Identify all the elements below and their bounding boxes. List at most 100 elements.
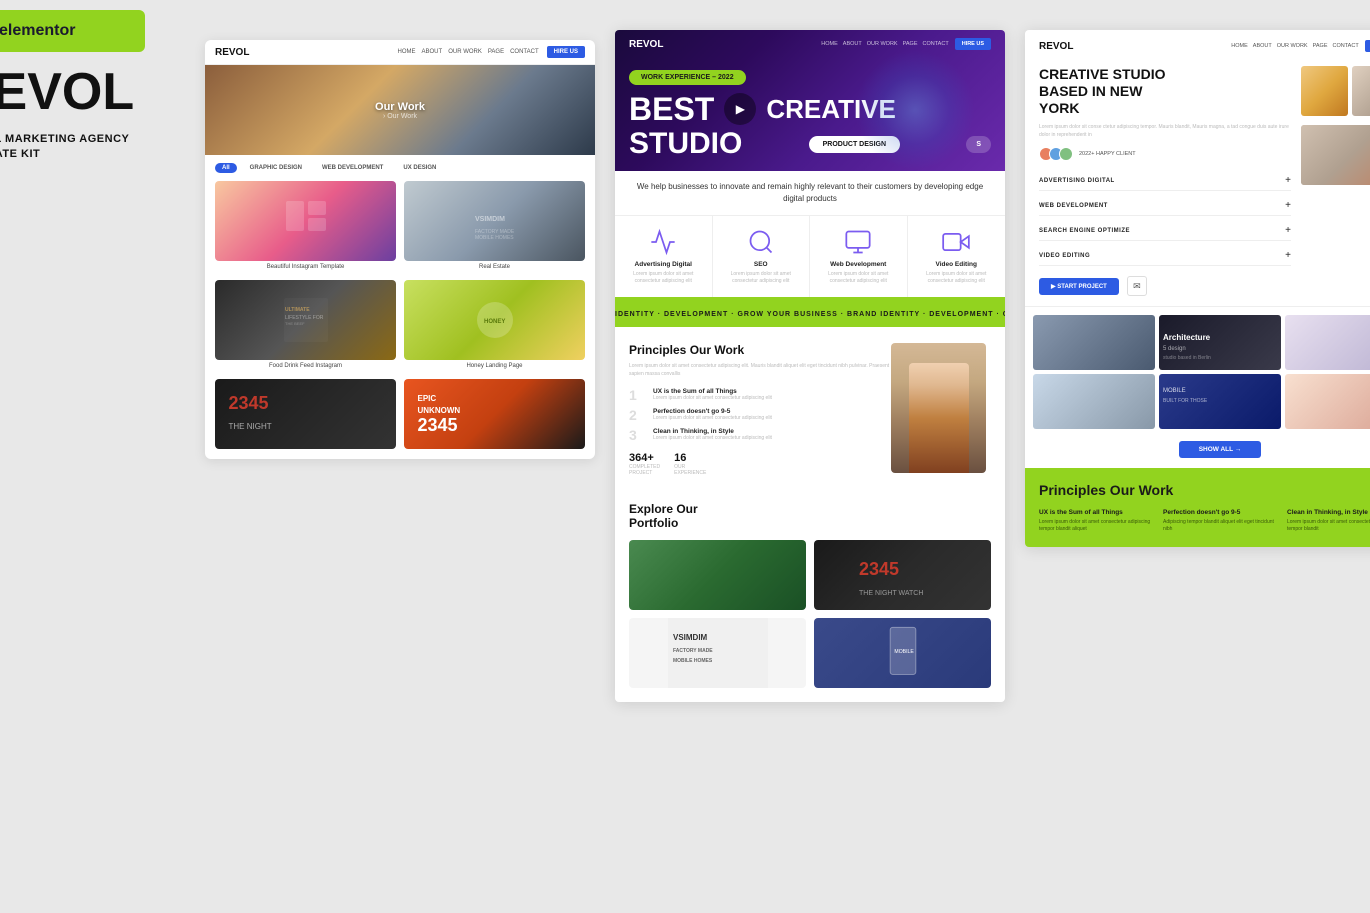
right-cta: ▶ START PROJECT ✉ — [1039, 276, 1291, 296]
service-plus-1[interactable]: + — [1285, 175, 1291, 186]
m-nav-contact: CONTACT — [923, 41, 949, 47]
hero-row1: BEST ▶ CREATIVE — [629, 93, 991, 125]
r-brand: REVOL — [1039, 41, 1073, 52]
elementor-badge: elementor — [0, 10, 145, 52]
webdev-icon — [844, 228, 872, 256]
service-desc-2: Lorem ipsum dolor sit amet consectetur a… — [721, 271, 802, 285]
service-plus-4[interactable]: + — [1285, 250, 1291, 261]
label-food: Food Drink Feed Instagram — [215, 363, 396, 369]
hire-btn-left[interactable]: HIRE US — [547, 46, 585, 58]
rp-principle-1: UX is the Sum of all Things Lorem ipsum … — [1039, 509, 1153, 533]
rp-principle-2: Perfection doesn't go 9-5 Adipiscing tem… — [1163, 509, 1277, 533]
middle-tagline: We help businesses to innovate and remai… — [615, 171, 1005, 215]
service-desc-4: Lorem ipsum dolor sit amet consectetur a… — [916, 271, 998, 285]
ticker-bar: IDENTITY · DEVELOPMENT · GROW YOUR BUSIN… — [615, 297, 1005, 327]
right-hero: REVOL HOME ABOUT OUR WORK PAGE CONTACT H… — [1025, 30, 1370, 306]
thumb-black: 2345 THE NIGHT — [215, 379, 396, 449]
happy-text: 2022+ HAPPY CLIENT — [1079, 151, 1136, 157]
portfolio-preview-left: REVOL HOME ABOUT OUR WORK PAGE CONTACT H… — [205, 40, 595, 459]
portfolio-grid-row1: Beautiful Instagram Template VSIMDIM FAC… — [205, 181, 595, 280]
brand-subtitle: DIGITAL MARKETING AGENCYTEMPLATE KIT — [0, 132, 185, 163]
service-desc-3: Lorem ipsum dolor sit amet consectetur a… — [818, 271, 899, 285]
thumb-food: ULTIMATE LIFESTYLE FOR THE BEEF — [215, 280, 396, 360]
svg-text:VSIMDIM: VSIMDIM — [673, 633, 708, 642]
svg-text:2345: 2345 — [229, 393, 269, 413]
label-honey: Honey Landing Page — [404, 363, 585, 369]
principle-1: 1 UX is the Sum of all Things Lorem ipsu… — [629, 388, 891, 402]
brand-title: REVOL — [0, 66, 185, 118]
m-nav-home: HOME — [821, 41, 838, 47]
middle-hero: REVOL HOME ABOUT OUR WORK PAGE CONTACT H… — [615, 30, 1005, 171]
p-desc-3: Lorem ipsum dolor sit amet consectetur a… — [653, 435, 772, 442]
m-nav-links: HOME ABOUT OUR WORK PAGE CONTACT — [821, 41, 948, 47]
svg-text:THE BEEF: THE BEEF — [285, 321, 305, 326]
svg-text:BUILT FOR THOSE: BUILT FOR THOSE — [1163, 398, 1208, 404]
avatar-3 — [1059, 147, 1073, 161]
start-project-btn[interactable]: ▶ START PROJECT — [1039, 278, 1119, 295]
office-img — [1352, 66, 1370, 116]
thumb-honey: HONEY — [404, 280, 585, 360]
rp-dark2: Architecture 5 design studio based in Be… — [1159, 315, 1281, 370]
portfolio-item-2: VSIMDIM FACTORY MADE MOBILE HOMES Real E… — [404, 181, 585, 270]
mail-icon[interactable]: ✉ — [1127, 276, 1147, 296]
middle-panel: REVOL HOME ABOUT OUR WORK PAGE CONTACT H… — [615, 30, 1005, 702]
p-title-2: Perfection doesn't go 9-5 — [653, 408, 772, 415]
filter-all[interactable]: All — [215, 163, 237, 173]
m-hire-btn[interactable]: HIRE US — [955, 38, 991, 50]
r-img-large: ↗ — [1301, 125, 1370, 185]
rp-p-desc-3: Lorem ipsum dolor sit amet consectetur a… — [1287, 519, 1370, 533]
svg-text:Architecture: Architecture — [1163, 333, 1211, 342]
label-realestate: Real Estate — [404, 264, 585, 270]
service-desc-1: Lorem ipsum dolor sit amet consectetur a… — [623, 271, 704, 285]
nav-home: HOME — [398, 49, 416, 55]
filter-graphic[interactable]: GRAPHIC DESIGN — [243, 163, 309, 173]
play-btn[interactable]: ▶ — [724, 93, 756, 125]
svg-text:5 design: 5 design — [1163, 346, 1186, 352]
p-desc-2: Lorem ipsum dolor sit amet consectetur a… — [653, 415, 772, 422]
rp-arch — [1033, 315, 1155, 370]
person-image — [891, 343, 986, 473]
hero-tag: WORK EXPERIENCE – 2022 — [629, 70, 746, 85]
rp-principles-items: UX is the Sum of all Things Lorem ipsum … — [1039, 509, 1370, 533]
r-hire-btn[interactable]: HIRE US — [1365, 40, 1370, 52]
m-brand: REVOL — [629, 39, 663, 50]
show-all-btn[interactable]: SHOW ALL → — [1179, 441, 1262, 458]
hero-row2: STUDIO PRODUCT DESIGN S — [629, 129, 991, 159]
rp-principles-title: Principles Our Work — [1039, 482, 1370, 499]
middle-nav: REVOL HOME ABOUT OUR WORK PAGE CONTACT H… — [629, 38, 991, 50]
svg-text:EPIC: EPIC — [418, 394, 437, 403]
stats-row: 364+ COMPLETEDPROJECT 16 OUREXPERIENCE — [629, 452, 891, 476]
rp-principle-3: Clean in Thinking, in Style Lorem ipsum … — [1287, 509, 1370, 533]
principle-2: 2 Perfection doesn't go 9-5 Lorem ipsum … — [629, 408, 891, 422]
portfolio-nav-left: REVOL HOME ABOUT OUR WORK PAGE CONTACT H… — [205, 40, 595, 65]
principles-section: Principles Our Work Lorem ipsum dolor si… — [615, 327, 1005, 492]
filter-ux[interactable]: UX DESIGN — [396, 163, 443, 173]
stat-label-2: OUREXPERIENCE — [674, 464, 706, 476]
service-plus-3[interactable]: + — [1285, 225, 1291, 236]
hero-product-btn[interactable]: PRODUCT DESIGN — [809, 136, 900, 153]
service-plus-2[interactable]: + — [1285, 200, 1291, 211]
rp-light — [1285, 315, 1370, 370]
p-desc-1: Lorem ipsum dolor sit amet consectetur a… — [653, 395, 772, 402]
svg-text:2345: 2345 — [418, 415, 458, 435]
port-thumb-green — [629, 540, 806, 610]
services-list-right: ADVERTISING DIGITAL + WEB DEVELOPMENT + … — [1039, 171, 1291, 266]
nav-contact: CONTACT — [510, 49, 539, 55]
video-icon — [942, 228, 970, 256]
label-instagram: Beautiful Instagram Template — [215, 264, 396, 270]
p-title-1: UX is the Sum of all Things — [653, 388, 772, 395]
r-nav-work: OUR WORK — [1277, 43, 1308, 49]
service-name-2: SEO — [721, 261, 802, 268]
rp-p-title-3: Clean in Thinking, in Style — [1287, 509, 1370, 516]
person-figure — [909, 363, 969, 473]
filter-web[interactable]: WEB DEVELOPMENT — [315, 163, 390, 173]
port-thumb-dark: 2345 THE NIGHT WATCH — [814, 540, 991, 610]
happy-clients: 2022+ HAPPY CLIENT — [1039, 147, 1291, 161]
service-name-4: Video Editing — [916, 261, 998, 268]
svg-text:MOBILE: MOBILE — [1163, 388, 1186, 394]
m-nav-about: ABOUT — [843, 41, 862, 47]
right-portfolio-grid: Architecture 5 design studio based in Be… — [1025, 307, 1370, 437]
service-name-3: Web Development — [818, 261, 899, 268]
p-num-1: 1 — [629, 388, 645, 402]
p-num-2: 2 — [629, 408, 645, 422]
